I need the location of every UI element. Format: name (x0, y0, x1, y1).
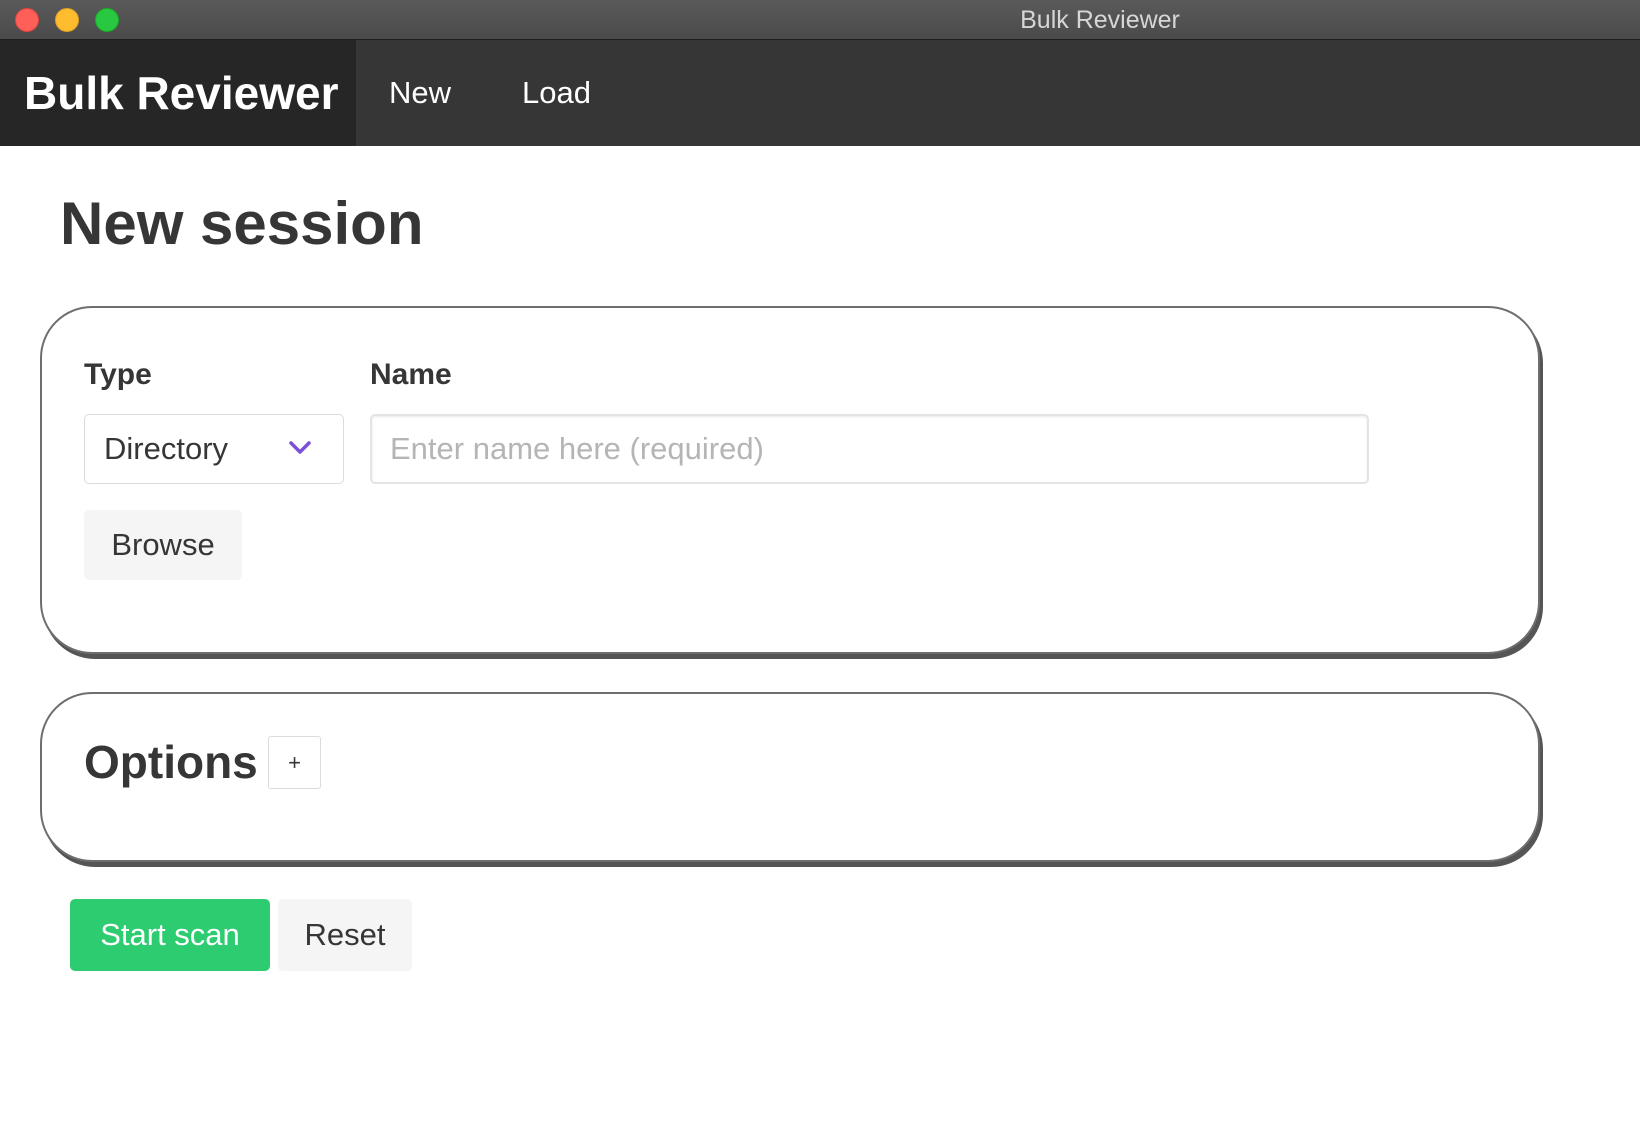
type-label: Type (84, 358, 152, 391)
session-form-box: Type Name Directory Browse (40, 306, 1540, 654)
page-title: New session (60, 190, 424, 257)
options-box: Options + (40, 692, 1540, 862)
name-input[interactable] (370, 414, 1369, 484)
window-title: Bulk Reviewer (1020, 6, 1180, 34)
browse-button[interactable]: Browse (84, 510, 242, 580)
reset-button[interactable]: Reset (278, 899, 412, 971)
start-scan-button[interactable]: Start scan (70, 899, 270, 971)
nav-item-load[interactable]: Load (522, 40, 591, 146)
name-label: Name (370, 358, 452, 391)
app-brand[interactable]: Bulk Reviewer (0, 40, 356, 146)
chevron-down-icon (289, 441, 311, 454)
app-navbar: Bulk Reviewer New Load (0, 40, 1640, 146)
window-titlebar: Bulk Reviewer (0, 0, 1640, 40)
type-select[interactable]: Directory (84, 414, 344, 484)
options-expand-button[interactable]: + (268, 736, 321, 789)
options-title: Options (84, 736, 258, 788)
nav-item-new[interactable]: New (389, 40, 451, 146)
type-select-value: Directory (104, 431, 229, 466)
